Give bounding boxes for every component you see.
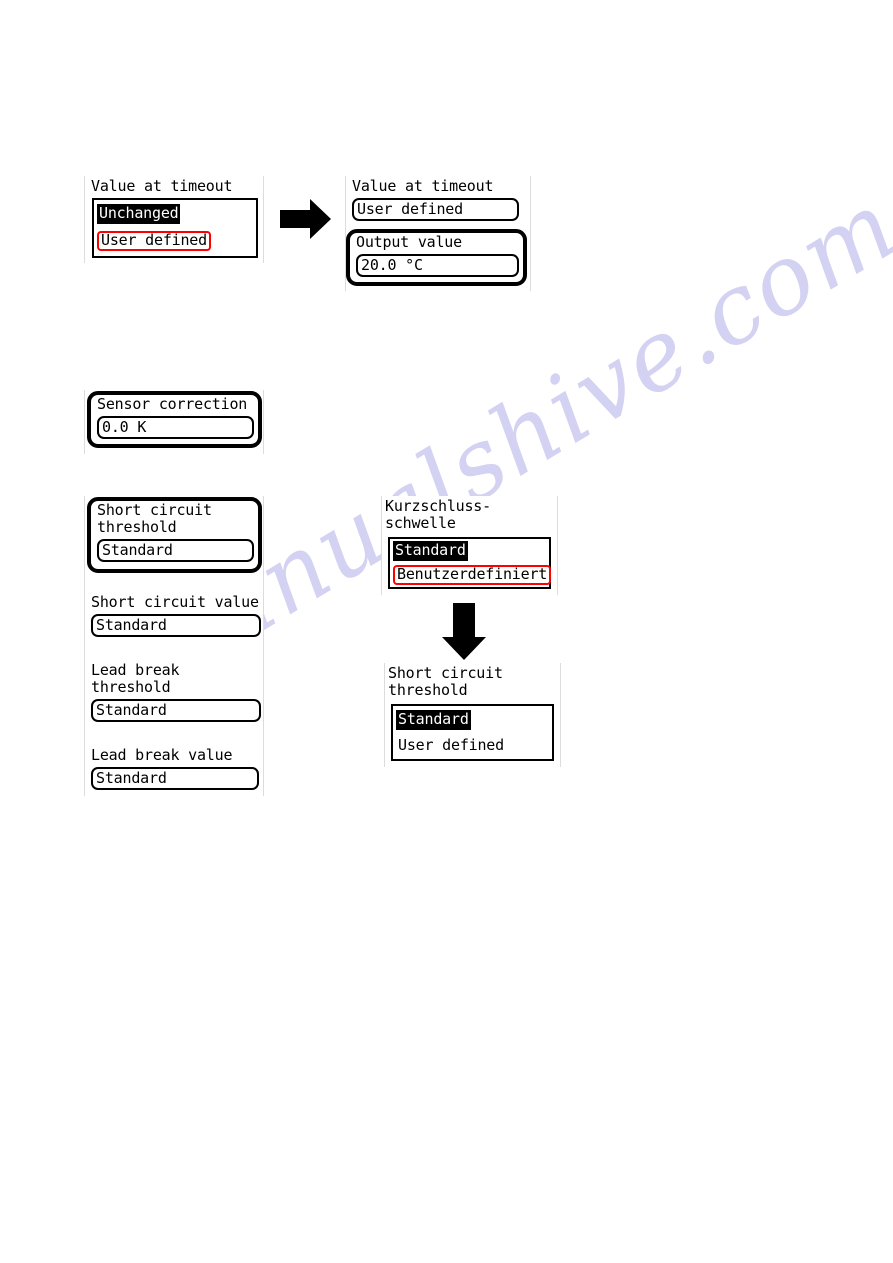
option-list-value-at-timeout[interactable]: Unchanged User defined (92, 198, 258, 258)
list-item-label: Benutzerdefiniert (393, 565, 552, 585)
panel-title-value-at-timeout: Value at timeout (91, 177, 233, 195)
field-output-value[interactable]: 20.0 °C (356, 254, 519, 277)
list-item-option-0[interactable]: Standard (390, 539, 549, 563)
field-value: Standard (96, 616, 167, 634)
field-value: Standard (102, 541, 173, 559)
group-short-circuit-value[interactable]: Short circuit value Standard (91, 594, 266, 637)
list-item-option-1[interactable]: User defined (393, 733, 552, 759)
list-item-option-0[interactable]: Unchanged (94, 200, 256, 227)
panel-title-kurzschlussschwelle: Kurzschluss- schwelle (385, 497, 491, 532)
field-value: User defined (357, 200, 463, 218)
field-lead-break-value[interactable]: Standard (91, 767, 259, 790)
field-value: Standard (96, 701, 167, 719)
list-item-label: User defined (398, 736, 504, 754)
focus-group-output-value[interactable]: Output value 20.0 °C (346, 229, 527, 286)
group-lead-break-value[interactable]: Lead break value Standard (91, 747, 266, 790)
arrow-right-icon (280, 198, 332, 244)
list-item-option-0[interactable]: Standard (393, 706, 552, 733)
option-list-kurzschlussschwelle[interactable]: Standard Benutzerdefiniert (388, 537, 552, 589)
field-value: 0.0 K (102, 418, 147, 436)
lcd-panel-kurzschlussschwelle: Kurzschluss- schwelle Standard Benutzerd… (381, 496, 558, 595)
field-value: 20.0 °C (361, 256, 423, 274)
lcd-panel-value-at-timeout-after: Value at timeout User defined Output val… (345, 176, 531, 291)
field-short-circuit-value[interactable]: Standard (91, 614, 261, 637)
list-item-option-1[interactable]: User defined (94, 227, 256, 254)
list-item-option-1[interactable]: Benutzerdefiniert (390, 563, 552, 587)
panel-title-value-at-timeout: Value at timeout (352, 177, 494, 195)
focus-group-short-circuit-threshold[interactable]: Short circuit threshold Standard (87, 497, 262, 573)
field-lead-break-threshold[interactable]: Standard (91, 699, 261, 722)
field-value-at-timeout[interactable]: User defined (352, 198, 519, 221)
label-sensor-correction: Sensor correction (97, 395, 248, 413)
label-lead-break-value: Lead break value (91, 746, 233, 764)
option-list-short-circuit-threshold[interactable]: Standard User defined (391, 704, 554, 761)
label-output-value: Output value (356, 233, 462, 251)
group-lead-break-threshold[interactable]: Lead break threshold Standard (91, 662, 266, 722)
lcd-panel-sensor-correction: Sensor correction 0.0 K (84, 390, 264, 454)
list-item-label: Unchanged (97, 203, 181, 224)
list-item-label: Standard (393, 541, 468, 561)
panel-title-short-circuit-threshold: Short circuit threshold (388, 664, 503, 699)
arrow-down-icon (441, 603, 487, 665)
label-short-circuit-threshold: Short circuit threshold (97, 501, 212, 536)
label-lead-break-threshold: Lead break threshold (91, 661, 180, 696)
lcd-panel-thresholds: Short circuit threshold Standard Short c… (84, 496, 264, 796)
list-item-label: User defined (97, 230, 211, 251)
list-item-label: Standard (396, 709, 471, 730)
lcd-panel-value-at-timeout-before: Value at timeout Unchanged User defined (84, 176, 264, 263)
label-short-circuit-value: Short circuit value (91, 593, 259, 611)
field-sensor-correction[interactable]: 0.0 K (97, 416, 254, 439)
field-short-circuit-threshold[interactable]: Standard (97, 539, 254, 562)
focus-group-sensor-correction[interactable]: Sensor correction 0.0 K (87, 391, 262, 448)
lcd-panel-short-circuit-threshold-list: Short circuit threshold Standard User de… (384, 663, 561, 767)
field-value: Standard (96, 769, 167, 787)
